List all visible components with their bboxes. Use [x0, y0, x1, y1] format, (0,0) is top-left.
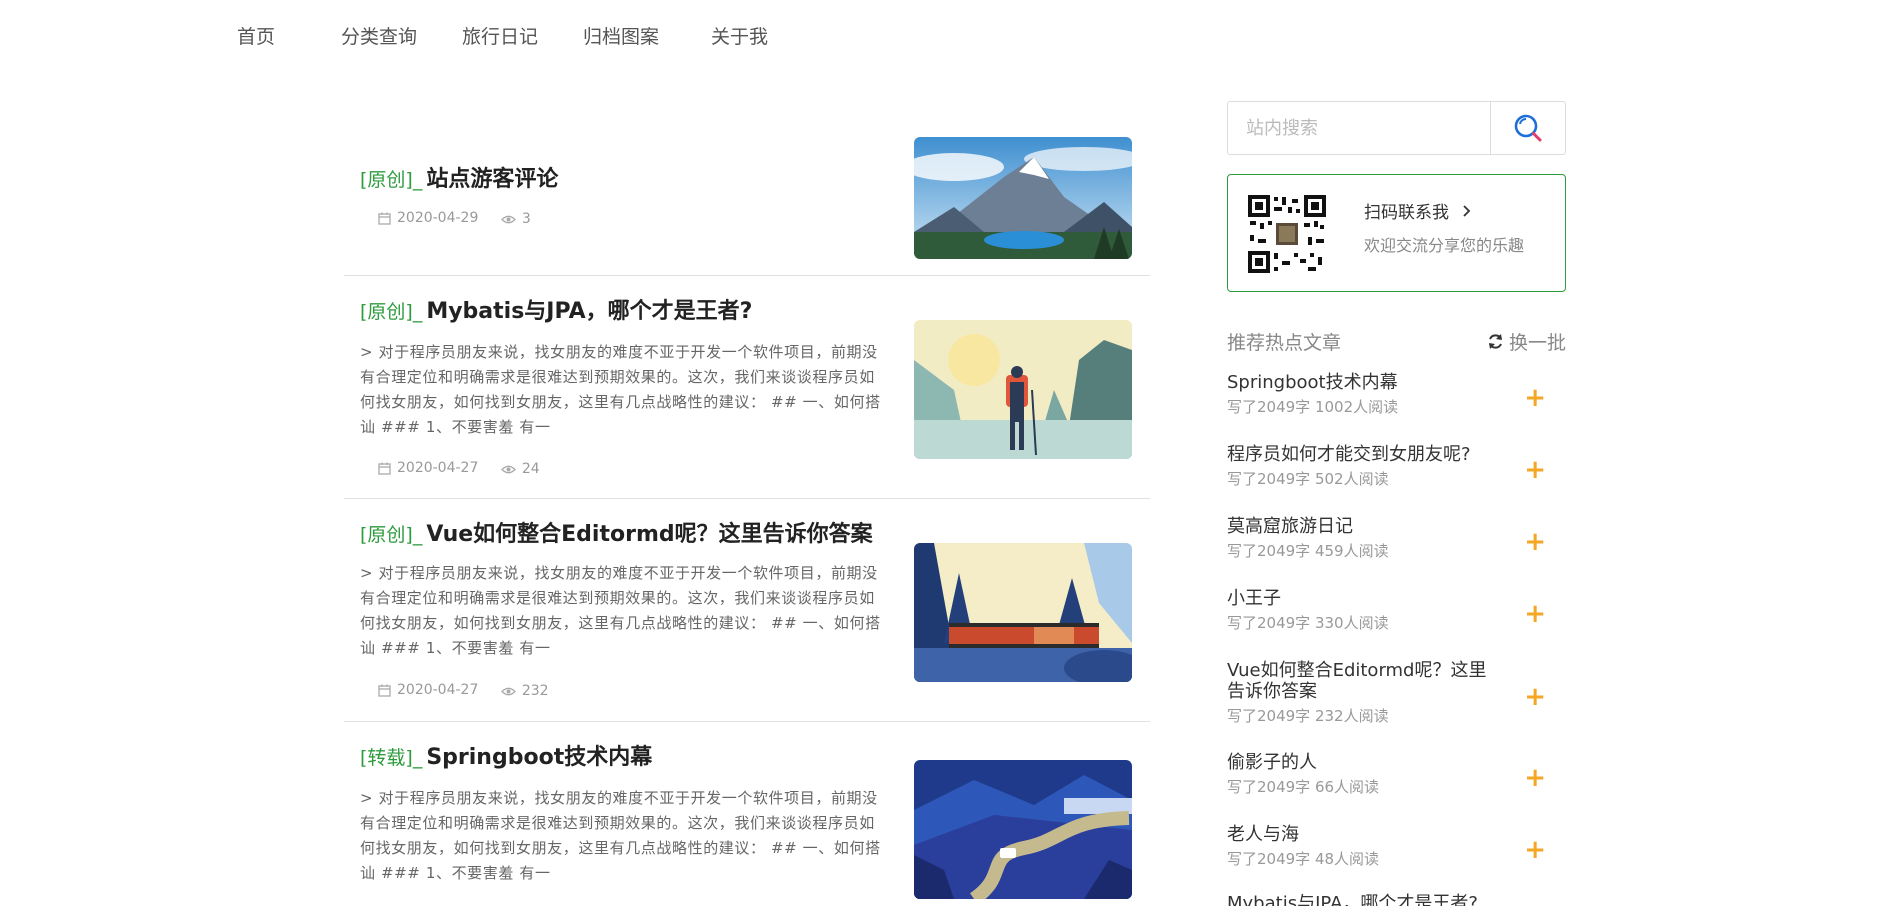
eye-icon	[500, 465, 516, 473]
article-card: [转载]_ Springboot技术内幕 > 对于程序员朋友来说，找女朋友的难度不…	[344, 722, 1150, 906]
article-summary: > 对于程序员朋友来说，找女朋友的难度不亚于开发一个软件项目，前期没有合理定位和…	[360, 789, 881, 882]
article-thumbnail[interactable]	[914, 137, 1132, 259]
chevron-right-icon	[1463, 205, 1471, 217]
article-date: 2020-04-27	[378, 682, 478, 698]
forest-cabin-image	[914, 543, 1132, 682]
hot-article-meta: 写了2049字 48人阅读	[1227, 850, 1380, 868]
calendar-icon	[378, 684, 391, 697]
plus-icon[interactable]: +	[1524, 457, 1546, 483]
hot-article-title: 程序员如何才能交到女朋友呢?	[1227, 444, 1471, 465]
article-date-text: 2020-04-27	[397, 460, 479, 476]
nav-item-travel[interactable]: 旅行日记	[462, 22, 538, 49]
mountain-lake-image	[914, 137, 1132, 259]
article-card: [原创]_ Vue如何整合Editormd呢？这里告诉你答案 > 对于程序员朋友来…	[344, 499, 1150, 722]
plus-icon[interactable]: +	[1524, 601, 1546, 627]
article-summary: > 对于程序员朋友来说，找女朋友的难度不亚于开发一个软件项目，前期没有合理定位和…	[360, 564, 881, 657]
hot-article-title: Vue如何整合Editormd呢？这里告诉你答案	[1227, 660, 1487, 702]
eye-icon	[500, 687, 516, 695]
qr-title-text: 扫码联系我	[1364, 203, 1449, 223]
article-title[interactable]: [原创]_ 站点游客评论	[360, 161, 558, 193]
article-meta: 2020-04-29 3	[378, 210, 549, 229]
plus-icon[interactable]: +	[1524, 684, 1546, 710]
eye-icon	[500, 215, 516, 223]
article-title-text: Springboot技术内幕	[426, 745, 653, 770]
hot-article-meta: 写了2049字 1002人阅读	[1227, 398, 1399, 416]
hot-article-meta: 写了2049字 232人阅读	[1227, 707, 1389, 725]
article-meta: 2020-04-27 232	[378, 682, 567, 701]
hot-articles-header: 推荐热点文章 换一批	[1227, 328, 1566, 356]
nav-item-about[interactable]: 关于我	[711, 22, 768, 49]
top-nav: 首页 分类查询 旅行日记 归档图案 关于我	[0, 0, 1895, 70]
calendar-icon	[378, 462, 391, 475]
article-title-text: 站点游客评论	[426, 167, 559, 192]
calendar-icon	[378, 212, 391, 225]
plus-icon[interactable]: +	[1524, 385, 1546, 411]
refresh-button[interactable]: 换一批	[1487, 328, 1566, 355]
article-thumbnail[interactable]	[914, 543, 1132, 682]
refresh-label: 换一批	[1508, 332, 1566, 354]
hot-article-item[interactable]: Vue如何整合Editormd呢？这里告诉你答案 写了2049字 232人阅读 …	[1227, 660, 1566, 726]
hot-article-meta: 写了2049字 330人阅读	[1227, 614, 1389, 632]
hot-article-title: 偷影子的人	[1227, 752, 1317, 773]
plus-icon[interactable]: +	[1524, 837, 1546, 863]
article-card: [原创]_ 站点游客评论 2020-04-29 3	[344, 120, 1150, 276]
qr-title: 扫码联系我	[1364, 198, 1472, 223]
hot-article-item[interactable]: 偷影子的人 写了2049字 66人阅读 +	[1227, 752, 1566, 797]
nav-item-category[interactable]: 分类查询	[341, 22, 417, 49]
article-title-text: Mybatis与JPA，哪个才是王者?	[426, 299, 753, 324]
article-card: [原创]_ Mybatis与JPA，哪个才是王者? > 对于程序员朋友来说，找女朋…	[344, 276, 1150, 499]
hot-article-meta: 写了2049字 66人阅读	[1227, 778, 1380, 796]
article-title[interactable]: [原创]_ Vue如何整合Editormd呢？这里告诉你答案	[360, 516, 873, 548]
search-box	[1227, 101, 1566, 155]
article-summary: > 对于程序员朋友来说，找女朋友的难度不亚于开发一个软件项目，前期没有合理定位和…	[360, 343, 881, 436]
hot-article-item[interactable]: Springboot技术内幕 写了2049字 1002人阅读 +	[1227, 372, 1566, 417]
hot-article-item[interactable]: 小王子 写了2049字 330人阅读 +	[1227, 588, 1566, 633]
article-tag: [原创]_	[360, 169, 423, 191]
article-date: 2020-04-29	[378, 210, 478, 226]
hiker-valley-image	[914, 320, 1132, 459]
article-title-text: Vue如何整合Editormd呢？这里告诉你答案	[426, 522, 873, 547]
nav-item-home[interactable]: 首页	[237, 22, 275, 49]
search-input[interactable]	[1228, 102, 1490, 154]
article-views: 3	[500, 211, 531, 227]
article-thumbnail[interactable]	[914, 760, 1132, 899]
hot-article-meta: 写了2049字 502人阅读	[1227, 470, 1389, 488]
nav-item-archive[interactable]: 归档图案	[583, 22, 659, 49]
article-views-text: 3	[521, 211, 531, 227]
article-date-text: 2020-04-27	[397, 682, 479, 698]
article-date: 2020-04-27	[378, 460, 478, 476]
hot-article-title: Mybatis与JPA，哪个才是王者?	[1227, 893, 1478, 906]
search-button[interactable]	[1490, 102, 1565, 154]
article-tag: [原创]_	[360, 301, 423, 323]
hot-article-title: Springboot技术内幕	[1227, 372, 1398, 393]
article-tag: [转载]_	[360, 747, 423, 769]
qr-code-icon	[1248, 195, 1326, 273]
hot-articles-title: 推荐热点文章	[1227, 332, 1342, 354]
article-views-text: 24	[521, 461, 540, 477]
hot-article-title: 莫高窟旅游日记	[1227, 516, 1353, 537]
hot-article-item[interactable]: 老人与海 写了2049字 48人阅读 +	[1227, 824, 1566, 869]
night-road-image	[914, 760, 1132, 899]
hot-article-title: 老人与海	[1227, 824, 1299, 845]
hot-article-item[interactable]: 莫高窟旅游日记 写了2049字 459人阅读 +	[1227, 516, 1566, 561]
article-views: 232	[500, 683, 549, 699]
refresh-icon	[1488, 334, 1502, 349]
hot-article-title: 小王子	[1227, 588, 1281, 609]
qr-subtitle: 欢迎交流分享您的乐趣	[1364, 236, 1525, 255]
article-views-text: 232	[521, 683, 549, 699]
plus-icon[interactable]: +	[1524, 529, 1546, 555]
hot-article-item[interactable]: 程序员如何才能交到女朋友呢? 写了2049字 502人阅读 +	[1227, 444, 1566, 489]
qr-contact-card[interactable]: 扫码联系我 欢迎交流分享您的乐趣	[1227, 174, 1566, 292]
article-meta: 2020-04-27 24	[378, 460, 558, 479]
article-tag: [原创]_	[360, 524, 423, 546]
plus-icon[interactable]: +	[1524, 765, 1546, 791]
article-thumbnail[interactable]	[914, 320, 1132, 459]
article-views: 24	[500, 461, 540, 477]
article-date-text: 2020-04-29	[397, 210, 479, 226]
search-icon	[1514, 114, 1542, 142]
article-title[interactable]: [转载]_ Springboot技术内幕	[360, 739, 652, 771]
hot-article-meta: 写了2049字 459人阅读	[1227, 542, 1389, 560]
hot-article-item[interactable]: Mybatis与JPA，哪个才是王者?	[1227, 893, 1566, 906]
article-title[interactable]: [原创]_ Mybatis与JPA，哪个才是王者?	[360, 293, 752, 325]
